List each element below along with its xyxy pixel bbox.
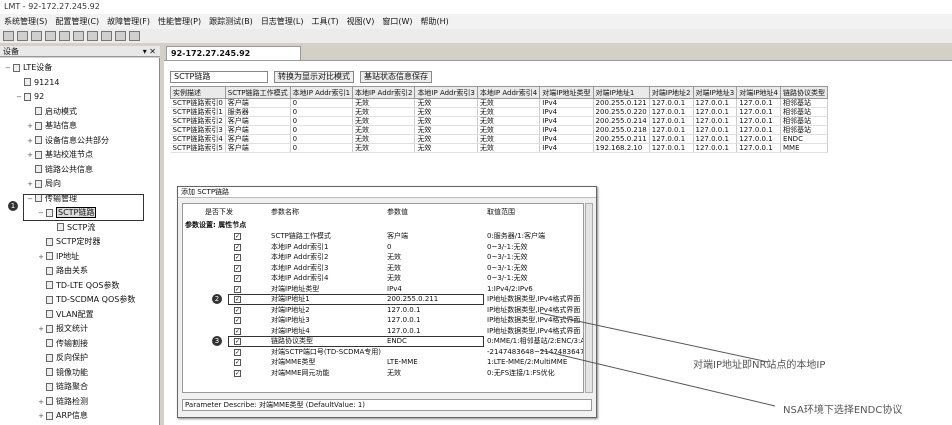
callout-line-1 <box>539 312 769 363</box>
callout-text-2: NSA环境下选择ENDC协议 <box>783 405 903 416</box>
callout-text-1: 对端IP地址即NR站点的本地IP <box>693 360 826 371</box>
